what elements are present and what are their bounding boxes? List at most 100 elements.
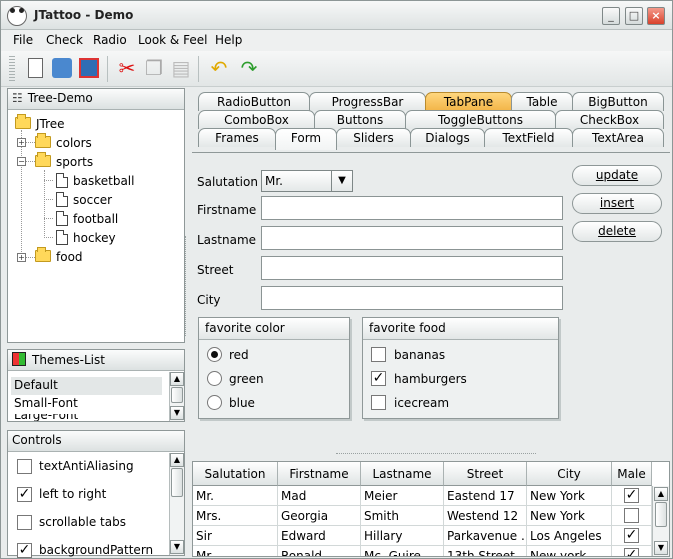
new-document-icon[interactable] bbox=[22, 55, 48, 82]
table-cell[interactable]: Smith bbox=[361, 506, 444, 526]
menu-look-and-feel[interactable]: Look & Feel bbox=[138, 33, 207, 47]
tree-node-food[interactable]: food bbox=[35, 247, 83, 267]
tree-node-hockey[interactable]: hockey bbox=[56, 229, 116, 248]
blue-radio[interactable] bbox=[207, 395, 222, 410]
expand-icon[interactable]: + bbox=[17, 138, 26, 147]
tree-node-sports[interactable]: sports bbox=[35, 152, 93, 172]
themes-scrollbar[interactable]: ▲ ▼ bbox=[169, 372, 184, 421]
tab-sliders[interactable]: Sliders bbox=[336, 128, 411, 147]
toolbar-grip[interactable] bbox=[9, 56, 15, 83]
scroll-thumb[interactable] bbox=[655, 502, 667, 527]
people-table[interactable]: Salutation Firstname Lastname Street Cit… bbox=[192, 461, 670, 557]
col-firstname[interactable]: Firstname bbox=[278, 462, 361, 486]
chevron-down-icon[interactable]: ▼ bbox=[331, 171, 352, 191]
copy-icon[interactable]: ❐ bbox=[141, 55, 167, 82]
table-cell[interactable]: Georgia bbox=[278, 506, 361, 526]
table-cell[interactable]: Parkavenue ... bbox=[444, 526, 527, 546]
salutation-select[interactable]: Mr. ▼ bbox=[261, 170, 353, 192]
tab-togglebuttons[interactable]: ToggleButtons bbox=[405, 110, 556, 129]
backgroundpattern-checkbox[interactable]: ✓ bbox=[17, 543, 32, 558]
col-street[interactable]: Street bbox=[444, 462, 527, 486]
scroll-down-icon[interactable]: ▼ bbox=[170, 540, 184, 554]
table-cell[interactable]: Mad bbox=[278, 486, 361, 506]
table-cell[interactable]: Westend 12 bbox=[444, 506, 527, 526]
table-cell-male[interactable]: ✓ bbox=[612, 546, 652, 556]
scroll-up-icon[interactable]: ▲ bbox=[654, 487, 668, 501]
textantialiasing-checkbox[interactable] bbox=[17, 459, 32, 474]
menu-file[interactable]: File bbox=[13, 33, 33, 47]
scroll-down-icon[interactable]: ▼ bbox=[170, 406, 184, 420]
redo-icon[interactable]: ↷ bbox=[236, 55, 262, 82]
scrollable-tabs-checkbox[interactable] bbox=[17, 515, 32, 530]
table-cell[interactable]: 13th Street bbox=[444, 546, 527, 556]
scroll-down-icon[interactable]: ▼ bbox=[654, 541, 668, 555]
bananas-checkbox[interactable] bbox=[371, 347, 386, 362]
tab-checkbox[interactable]: CheckBox bbox=[555, 110, 664, 129]
green-radio[interactable] bbox=[207, 371, 222, 386]
save-icon[interactable] bbox=[76, 55, 102, 82]
tab-combobox[interactable]: ComboBox bbox=[198, 110, 315, 129]
tab-tabpane[interactable]: TabPane bbox=[425, 92, 512, 111]
tab-textfield[interactable]: TextField bbox=[484, 128, 573, 147]
tab-table[interactable]: Table bbox=[511, 92, 573, 111]
tab-textarea[interactable]: TextArea bbox=[572, 128, 664, 147]
tab-progressbar[interactable]: ProgressBar bbox=[309, 92, 426, 111]
update-button[interactable]: update bbox=[572, 165, 662, 186]
split-divider[interactable] bbox=[336, 453, 536, 461]
open-folder-icon[interactable] bbox=[49, 55, 75, 82]
theme-item-large-font[interactable]: Large-Font bbox=[14, 414, 78, 421]
paste-icon[interactable]: ▤ bbox=[168, 55, 194, 82]
theme-item-default[interactable]: Default bbox=[11, 377, 162, 395]
scroll-thumb[interactable] bbox=[171, 387, 183, 403]
firstname-field[interactable] bbox=[261, 196, 563, 220]
scroll-thumb[interactable] bbox=[171, 468, 183, 497]
insert-button[interactable]: insert bbox=[572, 193, 662, 214]
scroll-up-icon[interactable]: ▲ bbox=[170, 453, 184, 467]
tree-node-soccer[interactable]: soccer bbox=[56, 191, 112, 210]
menu-check[interactable]: Check bbox=[46, 33, 83, 47]
expand-icon[interactable]: + bbox=[17, 253, 26, 262]
table-cell-male[interactable]: ✓ bbox=[612, 486, 652, 506]
table-cell[interactable]: Los Angeles bbox=[527, 526, 612, 546]
table-cell[interactable]: New york bbox=[527, 546, 612, 556]
controls-scrollbar[interactable]: ▲ ▼ bbox=[169, 453, 184, 555]
tree-node-football[interactable]: football bbox=[56, 210, 118, 229]
cut-icon[interactable]: ✂ bbox=[114, 55, 140, 82]
menu-radio[interactable]: Radio bbox=[93, 33, 127, 47]
close-button[interactable]: × bbox=[647, 7, 665, 25]
tab-buttons[interactable]: Buttons bbox=[314, 110, 406, 129]
table-cell[interactable]: Edward bbox=[278, 526, 361, 546]
table-cell[interactable]: New York bbox=[527, 486, 612, 506]
city-field[interactable] bbox=[261, 286, 563, 310]
table-scrollbar[interactable]: ▲ ▼ bbox=[652, 486, 669, 556]
menu-help[interactable]: Help bbox=[215, 33, 242, 47]
hamburgers-checkbox[interactable]: ✓ bbox=[371, 371, 386, 386]
icecream-checkbox[interactable] bbox=[371, 395, 386, 410]
tab-bigbutton[interactable]: BigButton bbox=[572, 92, 664, 111]
vertical-split-divider[interactable] bbox=[185, 236, 192, 336]
tab-form[interactable]: Form bbox=[275, 128, 337, 150]
tree-node-basketball[interactable]: basketball bbox=[56, 172, 134, 191]
table-cell[interactable]: Eastend 17 bbox=[444, 486, 527, 506]
tree-node-jtree[interactable]: JTree bbox=[15, 114, 65, 134]
tree-node-colors[interactable]: colors bbox=[35, 133, 92, 153]
col-male[interactable]: Male bbox=[612, 462, 652, 486]
table-cell-male[interactable]: ✓ bbox=[612, 526, 652, 546]
red-radio[interactable] bbox=[207, 347, 222, 362]
col-lastname[interactable]: Lastname bbox=[361, 462, 444, 486]
table-cell[interactable]: Sir bbox=[193, 526, 278, 546]
tab-frames[interactable]: Frames bbox=[198, 128, 276, 147]
lastname-field[interactable] bbox=[261, 226, 563, 250]
delete-button[interactable]: delete bbox=[572, 221, 662, 242]
undo-icon[interactable]: ↶ bbox=[206, 55, 232, 82]
minimize-button[interactable]: _ bbox=[602, 7, 620, 25]
maximize-button[interactable]: □ bbox=[625, 7, 643, 25]
table-cell[interactable]: Mc. Guire bbox=[361, 546, 444, 556]
table-cell[interactable]: Mrs. bbox=[193, 506, 278, 526]
col-salutation[interactable]: Salutation bbox=[193, 462, 278, 486]
collapse-icon[interactable]: − bbox=[17, 157, 26, 166]
table-cell[interactable]: Meier bbox=[361, 486, 444, 506]
table-cell[interactable]: Mr. bbox=[193, 486, 278, 506]
table-cell-male[interactable] bbox=[612, 506, 652, 526]
col-city[interactable]: City bbox=[527, 462, 612, 486]
